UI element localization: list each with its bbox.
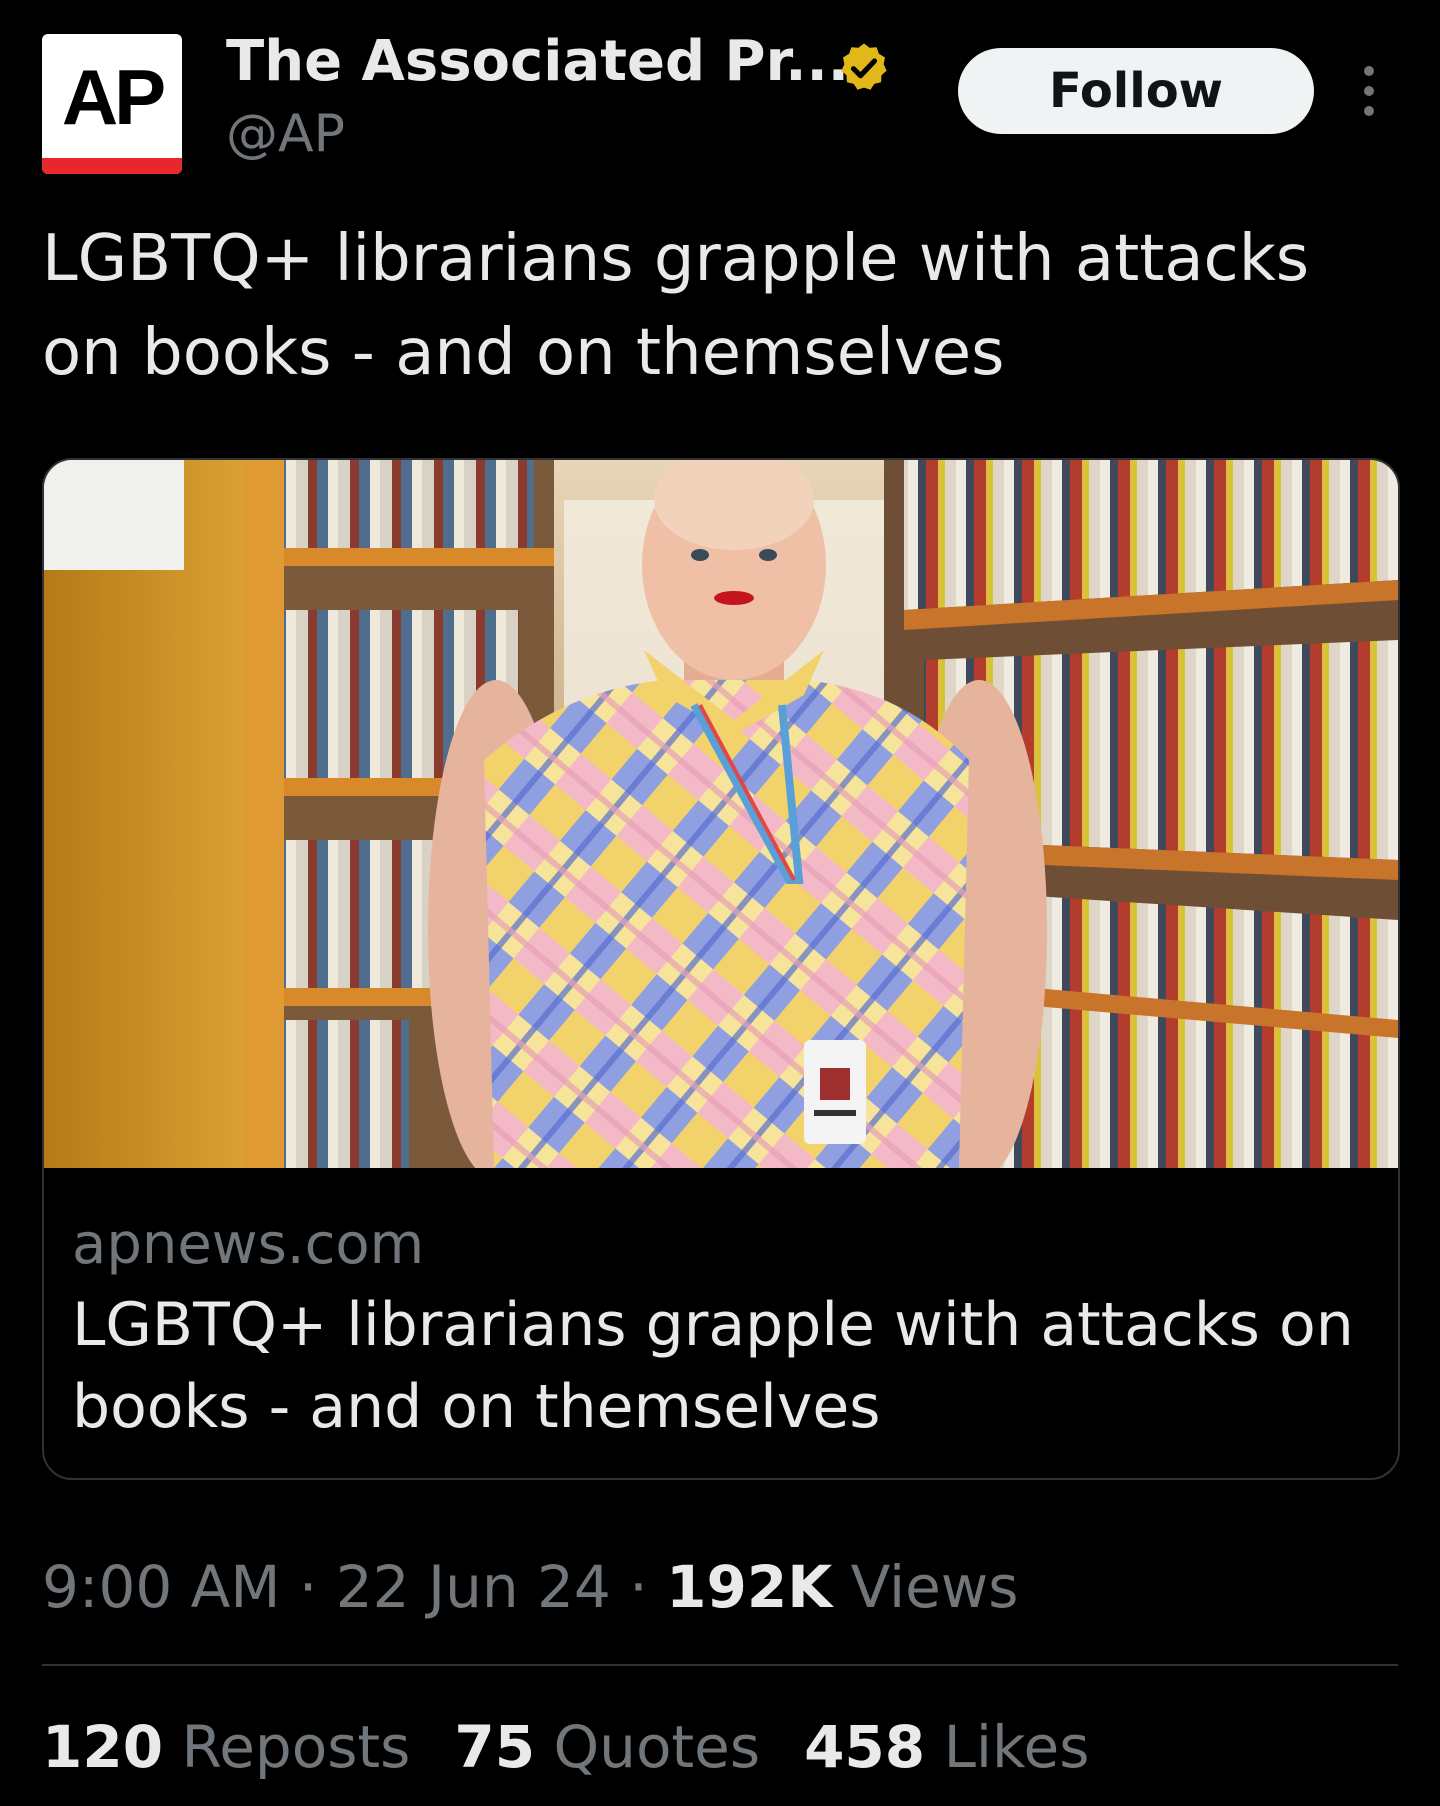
likes-count: 458 xyxy=(804,1713,926,1781)
views-label: Views xyxy=(832,1553,1019,1621)
card-domain: apnews.com xyxy=(72,1212,425,1277)
avatar-logo-bar xyxy=(42,158,182,174)
reposts-count: 120 xyxy=(42,1713,164,1781)
likes-label: Likes xyxy=(925,1713,1090,1781)
verified-badge-icon[interactable] xyxy=(836,40,892,96)
reposts-label: Reposts xyxy=(163,1713,411,1781)
link-preview-card[interactable]: apnews.com LGBTQ+ librarians grapple wit… xyxy=(42,458,1400,1480)
tweet-time[interactable]: 9:00 AM xyxy=(42,1553,280,1621)
meta-separator: · xyxy=(610,1553,667,1621)
likes-stat[interactable]: 458 Likes xyxy=(804,1712,1089,1782)
quotes-count: 75 xyxy=(454,1713,536,1781)
card-image[interactable] xyxy=(44,460,1398,1168)
author-handle[interactable]: @AP xyxy=(226,104,345,164)
card-title: LGBTQ+ librarians grapple with attacks o… xyxy=(72,1290,1354,1442)
reposts-stat[interactable]: 120 Reposts xyxy=(42,1712,410,1782)
engagement-stats: 120 Reposts 75 Quotes 458 Likes xyxy=(42,1712,1133,1782)
quotes-stat[interactable]: 75 Quotes xyxy=(454,1712,760,1782)
tweet-header: AP The Associated Pr... @AP Follow xyxy=(0,0,1440,190)
follow-button[interactable]: Follow xyxy=(958,48,1314,134)
avatar-logo-text: AP xyxy=(61,53,166,141)
tweet-date[interactable]: 22 Jun 24 xyxy=(336,1553,611,1621)
views-count: 192K xyxy=(666,1553,833,1621)
quotes-label: Quotes xyxy=(535,1713,761,1781)
tweet-meta: 9:00 AM · 22 Jun 24 · 192K Views xyxy=(42,1552,1018,1622)
avatar[interactable]: AP xyxy=(42,34,182,174)
more-vertical-icon[interactable] xyxy=(1360,64,1378,118)
author-display-name[interactable]: The Associated Pr... xyxy=(226,30,849,94)
meta-separator: · xyxy=(280,1553,336,1621)
tweet-text: LGBTQ+ librarians grapple with attacks o… xyxy=(42,222,1310,390)
divider xyxy=(42,1664,1398,1666)
